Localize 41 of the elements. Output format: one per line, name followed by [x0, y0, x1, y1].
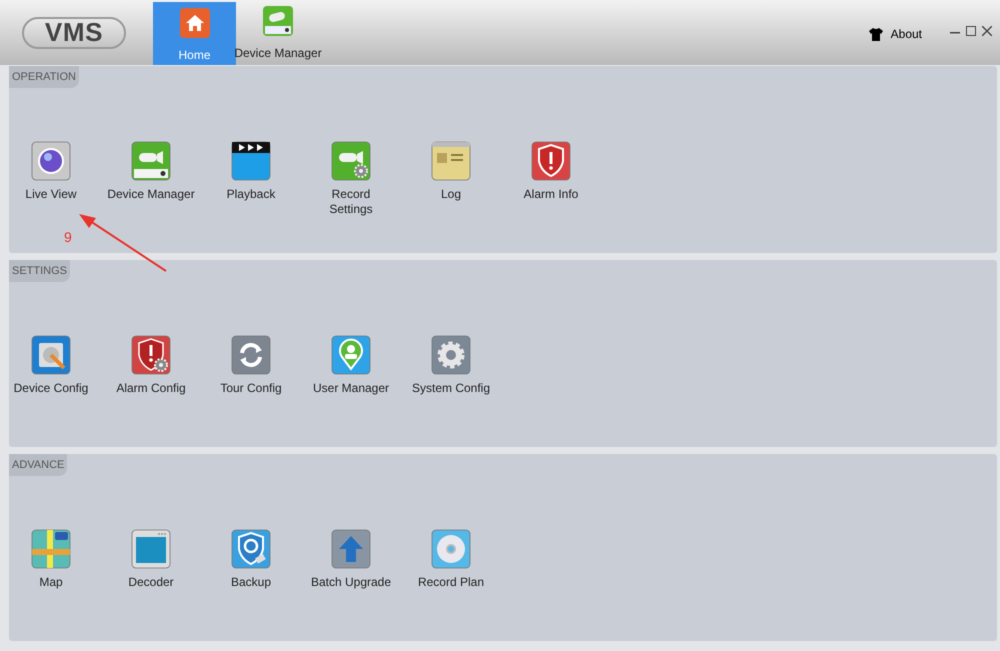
house-icon: [180, 8, 210, 38]
module-button[interactable]: Batch Upgrade: [301, 529, 401, 590]
module-button[interactable]: Device Manager: [101, 141, 201, 217]
shield-sync-icon: [231, 529, 271, 569]
module-button[interactable]: Backup: [201, 529, 301, 590]
shield-gear-icon: [131, 335, 171, 375]
disk-wrench-icon: [31, 335, 71, 375]
section-title: ADVANCE: [9, 454, 68, 476]
user-pin-icon: [331, 335, 371, 375]
module-button[interactable]: Log: [401, 141, 501, 217]
module-button[interactable]: System Config: [401, 335, 501, 396]
module-button[interactable]: Alarm Config: [101, 335, 201, 396]
camera-icon: [131, 141, 171, 181]
annotation-number: 9: [64, 228, 72, 247]
module-button[interactable]: Record Settings: [301, 141, 401, 217]
module-button[interactable]: Record Plan: [401, 529, 501, 590]
gear-icon: [431, 335, 471, 375]
notepad-icon: [431, 141, 471, 181]
module-button[interactable]: User Manager: [301, 335, 401, 396]
module-button[interactable]: Map: [1, 529, 101, 590]
section-title: OPERATION: [9, 66, 79, 88]
module-button[interactable]: Alarm Info: [501, 141, 601, 217]
camera-gear-icon: [331, 141, 371, 181]
map-icon: [31, 529, 71, 569]
camera-device-icon: [263, 6, 293, 36]
section-title: SETTINGS: [9, 260, 70, 282]
lens-icon: [31, 141, 71, 181]
module-button[interactable]: Live View: [1, 141, 101, 217]
circular-arrows-icon: [231, 335, 271, 375]
close-icon[interactable]: [982, 26, 992, 36]
module-button[interactable]: Tour Config: [201, 335, 301, 396]
window-icon: [131, 529, 171, 569]
vms-logo: VMS: [22, 16, 126, 48]
maximize-icon[interactable]: [966, 26, 976, 36]
module-button[interactable]: Decoder: [101, 529, 201, 590]
about-button[interactable]: About: [868, 25, 922, 43]
module-button[interactable]: Playback: [201, 141, 301, 217]
module-button[interactable]: Device Config: [1, 335, 101, 396]
shield-alert-icon: [531, 141, 571, 181]
shirt-icon: [868, 28, 883, 40]
clapperboard-icon: [231, 141, 271, 181]
